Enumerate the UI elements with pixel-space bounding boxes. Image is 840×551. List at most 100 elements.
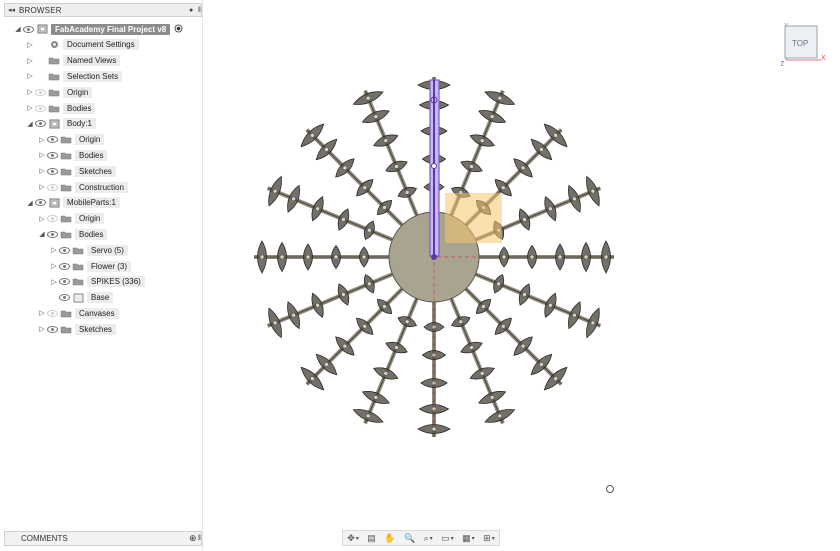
browser-title: BROWSER xyxy=(19,5,62,15)
collapse-panel-icon[interactable]: ◂◂ xyxy=(8,6,15,14)
browser-item[interactable]: ▷ Sketches xyxy=(38,322,116,336)
pin-icon[interactable]: ● xyxy=(189,7,193,14)
visual-style-icon[interactable]: ▦ ▾ xyxy=(462,533,475,544)
browser-item[interactable]: ▷ Bodies xyxy=(38,148,108,162)
spike xyxy=(352,89,421,221)
display-settings-icon[interactable]: ▭ ▾ xyxy=(441,533,454,544)
visibility-eye-icon[interactable] xyxy=(58,262,70,270)
browser-item-label: Bodies xyxy=(63,102,96,114)
expand-right-icon[interactable]: ▷ xyxy=(38,215,46,223)
expand-right-icon[interactable]: ▷ xyxy=(38,309,46,317)
visibility-eye-icon[interactable] xyxy=(46,215,58,223)
visibility-eye-icon[interactable] xyxy=(34,199,46,207)
visibility-eye-icon[interactable] xyxy=(46,183,58,191)
look-at-icon[interactable]: ▤ xyxy=(367,533,376,544)
visibility-eye-icon[interactable] xyxy=(46,136,58,144)
expand-down-icon[interactable]: ◢ xyxy=(38,230,46,238)
expand-right-icon[interactable]: ▷ xyxy=(50,262,58,270)
browser-item[interactable]: ▷ Document Settings xyxy=(26,38,139,52)
flower-highlight xyxy=(445,193,502,243)
navigation-toolbar: ✥ ▾ ▤ ✋ 🔍 ⌕ ▾ ▭ ▾ ▦ ▾ ⊞ ▾ xyxy=(342,530,500,546)
visibility-eye-icon[interactable] xyxy=(22,25,34,33)
visibility-eye-icon[interactable] xyxy=(34,120,46,128)
spike xyxy=(266,175,398,244)
canvas-viewport[interactable] xyxy=(203,0,840,551)
expand-right-icon[interactable]: ▷ xyxy=(26,104,34,112)
browser-header[interactable]: ◂◂ BROWSER ● ‖ xyxy=(4,3,202,17)
spike xyxy=(266,270,398,339)
browser-item-label: Servo (5) xyxy=(87,244,128,256)
expand-right-icon[interactable]: ▷ xyxy=(50,278,58,286)
visibility-eye-icon[interactable] xyxy=(34,88,46,96)
expand-right-icon[interactable]: ▷ xyxy=(38,167,46,175)
browser-item-label: Canvases xyxy=(75,307,119,319)
canvas-pin-icon[interactable] xyxy=(606,485,614,493)
grid-icon[interactable]: ⊞ ▾ xyxy=(483,533,495,544)
browser-item[interactable]: ▷ Servo (5) xyxy=(50,243,128,257)
folder-icon xyxy=(72,262,84,271)
folder-icon xyxy=(60,135,72,144)
viewcube[interactable]: Y X Z TOP xyxy=(780,22,827,68)
browser-item-label: Sketches xyxy=(75,165,116,177)
expand-right-icon[interactable]: ▷ xyxy=(38,136,46,144)
expand-down-icon[interactable]: ◢ xyxy=(26,199,34,207)
browser-item[interactable]: ▷ SPIKES (336) xyxy=(50,275,145,289)
browser-item[interactable]: ▷ Sketches xyxy=(38,164,116,178)
visibility-eye-icon[interactable] xyxy=(46,325,58,333)
activate-radio-icon[interactable] xyxy=(174,24,183,35)
spike xyxy=(474,240,614,274)
browser-item[interactable]: ▷ Flower (3) xyxy=(50,259,132,273)
browser-item[interactable]: ▷ Named Views xyxy=(26,54,121,68)
browser-item[interactable]: ▷ Selection Sets xyxy=(26,69,123,83)
expand-down-icon[interactable]: ◢ xyxy=(14,25,22,33)
browser-item[interactable]: ◢ Body:1 xyxy=(26,117,96,131)
expand-down-icon[interactable]: ◢ xyxy=(26,120,34,128)
selected-spike xyxy=(429,79,440,260)
expand-right-icon[interactable]: ▷ xyxy=(38,151,46,159)
folder-icon xyxy=(60,167,72,176)
visibility-eye-icon[interactable] xyxy=(58,246,70,254)
visibility-eye-icon[interactable] xyxy=(46,167,58,175)
browser-item[interactable]: ◢ FabAcademy Final Project v8 xyxy=(14,22,183,36)
browser-item[interactable]: ▷ Construction xyxy=(38,180,128,194)
component-icon xyxy=(48,198,60,208)
pan-icon[interactable]: ✋ xyxy=(384,533,395,544)
visibility-eye-icon[interactable] xyxy=(58,294,70,302)
folder-icon xyxy=(72,277,84,286)
resize-handle-icon[interactable]: ‖ xyxy=(198,7,201,14)
resize-handle-icon[interactable]: ‖ xyxy=(198,535,201,542)
orbit-icon[interactable]: ✥ ▾ xyxy=(347,533,359,544)
expand-right-icon[interactable]: ▷ xyxy=(26,41,34,49)
expand-right-icon[interactable]: ▷ xyxy=(50,246,58,254)
browser-item-label: Bodies xyxy=(75,228,108,240)
visibility-eye-icon[interactable] xyxy=(58,278,70,286)
browser-item[interactable]: Base xyxy=(50,291,114,305)
folder-icon xyxy=(48,72,60,81)
visibility-eye-icon[interactable] xyxy=(46,230,58,238)
add-comment-icon[interactable]: ⊕ xyxy=(189,533,197,544)
expand-right-icon[interactable]: ▷ xyxy=(26,57,34,65)
expand-right-icon[interactable]: ▷ xyxy=(26,88,34,96)
browser-item-label: Body:1 xyxy=(63,118,96,130)
expand-right-icon[interactable]: ▷ xyxy=(38,325,46,333)
spike xyxy=(352,293,421,425)
browser-item[interactable]: ▷ Origin xyxy=(26,85,93,99)
browser-item[interactable]: ◢ Bodies xyxy=(38,227,108,241)
comments-panel[interactable]: COMMENTS ⊕ ‖ xyxy=(4,531,202,546)
visibility-eye-icon[interactable] xyxy=(46,309,58,317)
browser-item[interactable]: ▷ Origin xyxy=(38,212,105,226)
folder-icon xyxy=(48,88,60,97)
browser-item[interactable]: ◢ MobileParts:1 xyxy=(26,196,120,210)
browser-item[interactable]: ▷ Bodies xyxy=(26,101,96,115)
folder-icon xyxy=(60,309,72,318)
comments-title: COMMENTS xyxy=(21,534,68,543)
zoom-icon[interactable]: 🔍 xyxy=(404,533,415,544)
visibility-eye-icon[interactable] xyxy=(34,104,46,112)
expand-right-icon[interactable]: ▷ xyxy=(26,72,34,80)
visibility-eye-icon[interactable] xyxy=(46,151,58,159)
zoom-window-icon[interactable]: ⌕ ▾ xyxy=(424,533,433,544)
expand-right-icon[interactable]: ▷ xyxy=(38,183,46,191)
browser-item[interactable]: ▷ Canvases xyxy=(38,306,119,320)
browser-item[interactable]: ▷ Origin xyxy=(38,133,105,147)
visibility-eye-icon xyxy=(34,41,46,49)
